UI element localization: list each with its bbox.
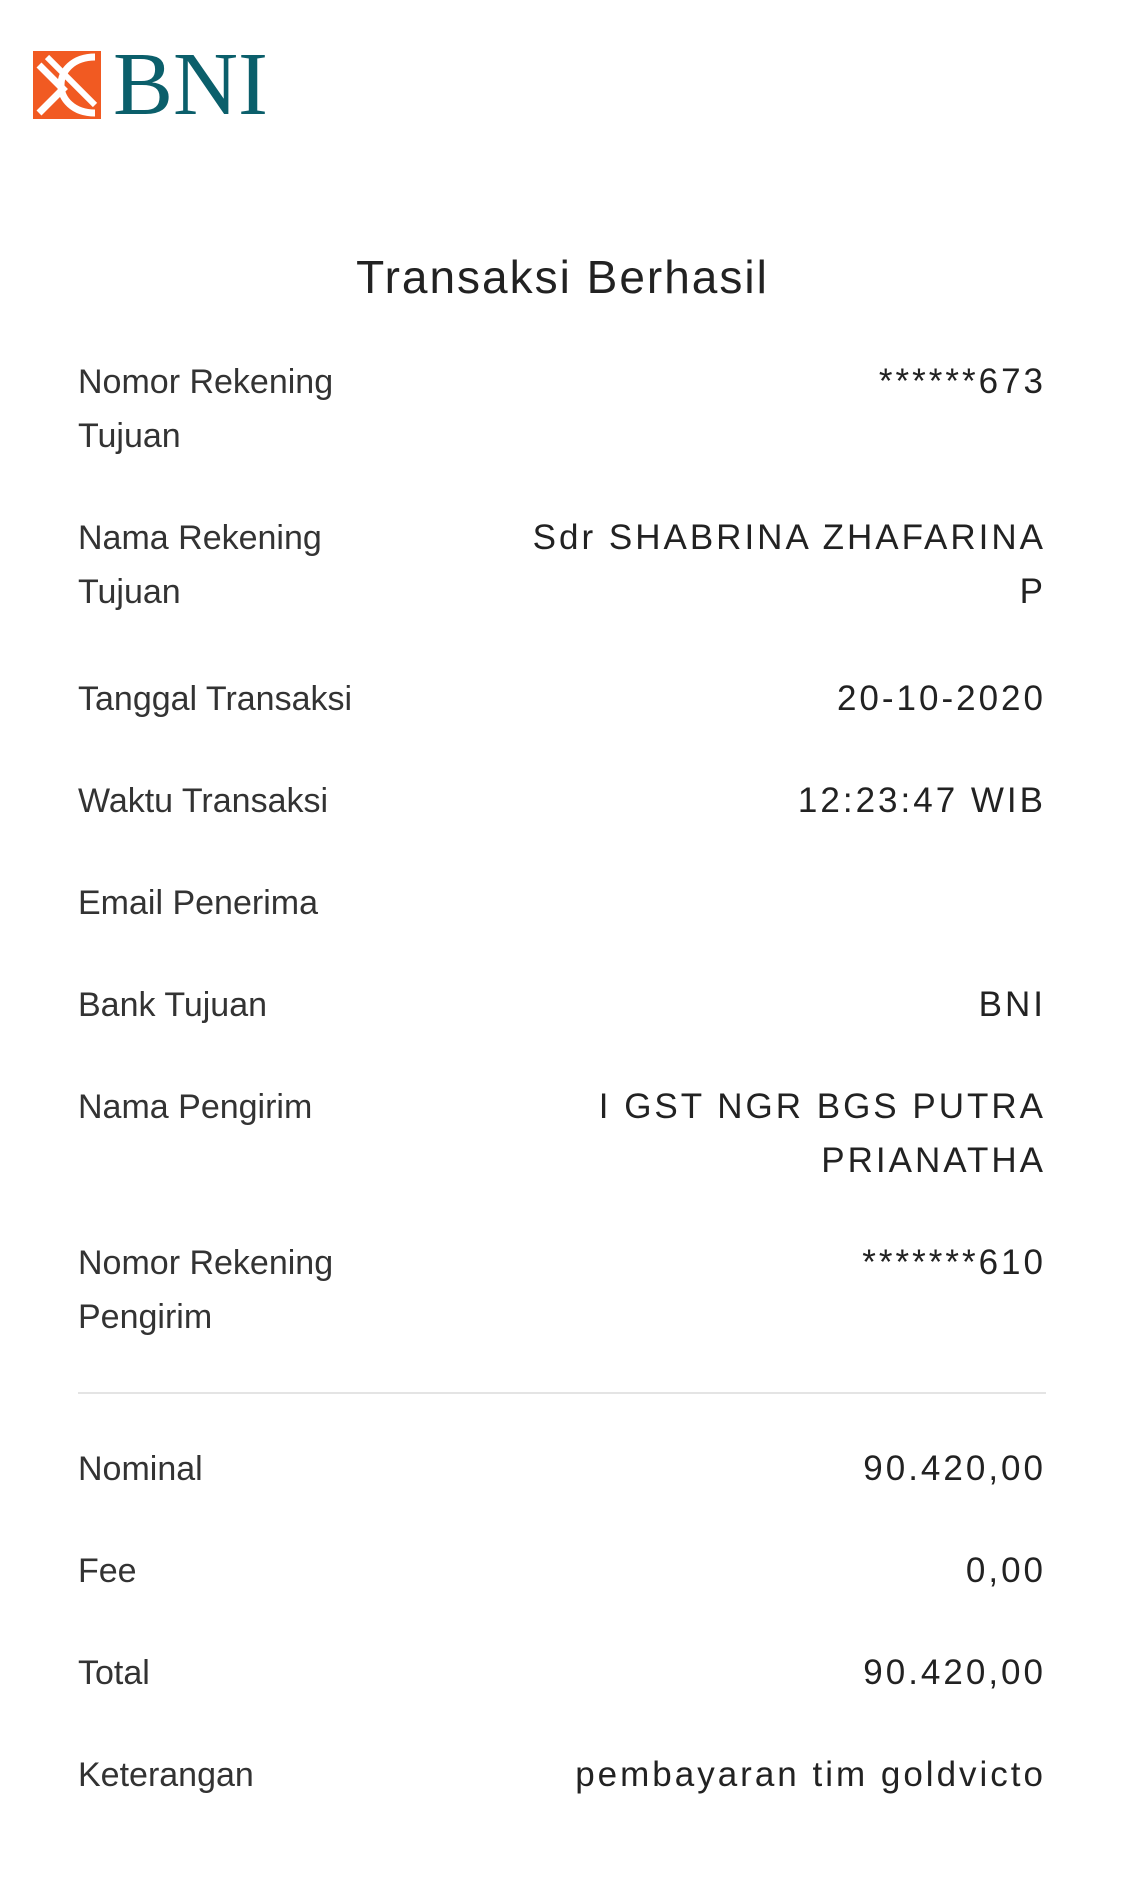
amount-row-nominal: Nominal 90.420,00 bbox=[78, 1442, 1046, 1496]
detail-row-email-penerima: Email Penerima bbox=[78, 876, 1046, 930]
detail-label: Bank Tujuan bbox=[78, 986, 268, 1024]
detail-row-nama-rekening-tujuan: Nama Rekening Tujuan Sdr SHABRINA ZHAFAR… bbox=[78, 511, 1046, 619]
bni-logo-icon bbox=[33, 51, 101, 119]
amount-value: pembayaran tim goldvicto bbox=[575, 1755, 1046, 1794]
detail-label: Nomor Rekening Tujuan bbox=[78, 363, 334, 455]
detail-label: Waktu Transaksi bbox=[78, 782, 329, 820]
detail-row-tanggal-transaksi: Tanggal Transaksi 20-10-2020 bbox=[78, 672, 1046, 726]
detail-label: Email Penerima bbox=[78, 884, 318, 922]
amount-value: 90.420,00 bbox=[863, 1449, 1046, 1488]
detail-label: Nama Rekening Tujuan bbox=[78, 519, 322, 611]
detail-row-nomor-rekening-pengirim: Nomor Rekening Pengirim *******610 bbox=[78, 1236, 1046, 1344]
amount-row-keterangan: Keterangan pembayaran tim goldvicto bbox=[78, 1748, 1046, 1802]
detail-row-nomor-rekening-tujuan: Nomor Rekening Tujuan ******673 bbox=[78, 355, 1046, 463]
detail-value: I GST NGR BGS PUTRA PRIANATHA bbox=[598, 1087, 1046, 1180]
detail-row-nama-pengirim: Nama Pengirim I GST NGR BGS PUTRA PRIANA… bbox=[78, 1080, 1046, 1188]
detail-value: ******673 bbox=[878, 362, 1046, 401]
amount-row-total: Total 90.420,00 bbox=[78, 1646, 1046, 1700]
detail-value: 12:23:47 WIB bbox=[797, 781, 1046, 820]
amount-label: Fee bbox=[78, 1552, 137, 1590]
detail-value: Sdr SHABRINA ZHAFARINA P bbox=[532, 518, 1046, 611]
detail-label: Tanggal Transaksi bbox=[78, 680, 353, 718]
detail-value: BNI bbox=[978, 985, 1046, 1024]
amount-label: Nominal bbox=[78, 1450, 203, 1488]
detail-value: *******610 bbox=[862, 1243, 1046, 1282]
detail-row-waktu-transaksi: Waktu Transaksi 12:23:47 WIB bbox=[78, 774, 1046, 828]
page-title: Transaksi Berhasil bbox=[356, 251, 769, 303]
bni-logo: BNI bbox=[33, 35, 268, 134]
detail-label: Nomor Rekening Pengirim bbox=[78, 1244, 334, 1336]
amount-value: 90.420,00 bbox=[863, 1653, 1046, 1692]
amount-label: Total bbox=[78, 1654, 150, 1692]
detail-value: 20-10-2020 bbox=[836, 679, 1046, 718]
amount-label: Keterangan bbox=[78, 1756, 254, 1794]
divider bbox=[78, 1392, 1046, 1394]
amount-row-fee: Fee 0,00 bbox=[78, 1544, 1046, 1598]
bni-logo-text: BNI bbox=[113, 35, 268, 134]
detail-row-bank-tujuan: Bank Tujuan BNI bbox=[78, 978, 1046, 1032]
detail-label: Nama Pengirim bbox=[78, 1088, 313, 1126]
amount-value: 0,00 bbox=[965, 1551, 1046, 1590]
